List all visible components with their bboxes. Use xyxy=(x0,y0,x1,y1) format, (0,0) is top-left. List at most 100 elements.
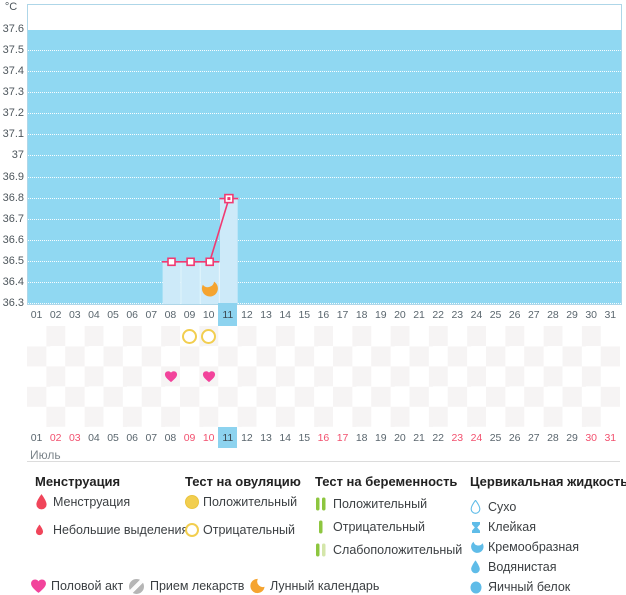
intercourse-heart-icon xyxy=(164,370,178,388)
day-cell-01[interactable]: 01 xyxy=(27,303,46,326)
temperature-point[interactable] xyxy=(186,257,195,267)
temperature-series xyxy=(161,193,239,304)
pregnancy-weak-icon xyxy=(315,543,333,557)
day-cell-29[interactable]: 29 xyxy=(563,427,582,448)
temperature-point[interactable] xyxy=(205,257,214,267)
day-cell-02[interactable]: 02 xyxy=(46,303,65,326)
day-cell-17[interactable]: 17 xyxy=(333,427,352,448)
day-cell-22[interactable]: 22 xyxy=(429,303,448,326)
day-cell-27[interactable]: 27 xyxy=(524,427,543,448)
day-cell-24[interactable]: 24 xyxy=(467,427,486,448)
legend-item-label: Отрицательный xyxy=(333,520,426,534)
day-row-bottom: 01 02 03 04 05 06 07 08 09 10 11 12 13 14 15 16 17 18 19 20… xyxy=(27,427,620,448)
day-cell-23[interactable]: 23 xyxy=(448,427,467,448)
temperature-point[interactable] xyxy=(167,257,176,267)
day-cell-13[interactable]: 13 xyxy=(257,427,276,448)
y-tick-label: 37.1 xyxy=(2,128,24,141)
y-tick-label: 36.3 xyxy=(2,297,24,309)
day-cell-16[interactable]: 16 xyxy=(314,427,333,448)
legend-section: Тест на беременность xyxy=(315,474,457,489)
temperature-bar xyxy=(220,198,238,304)
day-cell-14[interactable]: 14 xyxy=(276,303,295,326)
temperature-point-dot xyxy=(227,197,231,201)
day-cell-03[interactable]: 03 xyxy=(65,427,84,448)
day-cell-14[interactable]: 14 xyxy=(276,427,295,448)
day-cell-04[interactable]: 04 xyxy=(84,427,103,448)
day-cell-23[interactable]: 23 xyxy=(448,303,467,326)
temperature-bar xyxy=(162,261,181,304)
y-tick-label: 36.5 xyxy=(2,254,24,267)
y-tick-label: 36.7 xyxy=(2,212,24,225)
day-cell-11[interactable]: 11 xyxy=(218,303,238,326)
day-cell-04[interactable]: 04 xyxy=(84,303,103,326)
day-cell-29[interactable]: 29 xyxy=(563,303,582,326)
temperature-bar xyxy=(181,261,200,304)
day-cell-21[interactable]: 21 xyxy=(410,303,429,326)
day-cell-09[interactable]: 09 xyxy=(180,303,199,326)
day-cell-19[interactable]: 19 xyxy=(371,427,390,448)
y-tick-label: 37.6 xyxy=(2,23,24,35)
day-cell-26[interactable]: 26 xyxy=(505,303,524,326)
day-cell-15[interactable]: 15 xyxy=(295,427,314,448)
bbt-chart-app: °C 37.6 37.5 37.4 37.3 37.2 37.1 37 36.9 36.8 36.… xyxy=(0,0,626,595)
day-cell-11[interactable]: 11 xyxy=(218,427,238,448)
day-cell-28[interactable]: 28 xyxy=(543,427,562,448)
day-cell-13[interactable]: 13 xyxy=(257,303,276,326)
day-cell-28[interactable]: 28 xyxy=(543,303,562,326)
day-cell-09[interactable]: 09 xyxy=(180,427,199,448)
day-cell-26[interactable]: 26 xyxy=(505,427,524,448)
day-cell-02[interactable]: 02 xyxy=(46,427,65,448)
day-cell-30[interactable]: 30 xyxy=(582,427,601,448)
legend-section-items: Менструация Небольшие выделения xyxy=(35,494,188,538)
y-tick-label: 37 xyxy=(11,149,24,162)
day-cell-10[interactable]: 10 xyxy=(199,303,218,326)
legend-item: Сухо xyxy=(470,499,579,515)
day-cell-08[interactable]: 08 xyxy=(161,427,180,448)
temperature-bar xyxy=(200,261,219,304)
day-cell-17[interactable]: 17 xyxy=(333,303,352,326)
day-cell-24[interactable]: 24 xyxy=(467,303,486,326)
day-cell-05[interactable]: 05 xyxy=(104,303,123,326)
day-cell-25[interactable]: 25 xyxy=(486,427,505,448)
legend-footer-item: Лунный календарь xyxy=(249,577,379,595)
day-cell-31[interactable]: 31 xyxy=(601,427,620,448)
day-cell-20[interactable]: 20 xyxy=(390,303,409,326)
day-cell-10[interactable]: 10 xyxy=(199,427,218,448)
day-cell-01[interactable]: 01 xyxy=(27,427,46,448)
legend-item-label: Водянистая xyxy=(488,560,557,574)
day-row-top: 01 02 03 04 05 06 07 08 09 10 11 12 13 14 15 16 17 18 19 20… xyxy=(27,303,620,326)
day-cell-16[interactable]: 16 xyxy=(314,303,333,326)
day-cell-31[interactable]: 31 xyxy=(601,303,620,326)
day-cell-27[interactable]: 27 xyxy=(524,303,543,326)
day-cell-06[interactable]: 06 xyxy=(123,303,142,326)
day-cell-03[interactable]: 03 xyxy=(65,303,84,326)
legend-section: Тест на овуляцию xyxy=(185,474,301,489)
event-icon-grid xyxy=(27,326,620,427)
day-cell-19[interactable]: 19 xyxy=(371,303,390,326)
day-cell-25[interactable]: 25 xyxy=(486,303,505,326)
day-cell-22[interactable]: 22 xyxy=(429,427,448,448)
day-cell-15[interactable]: 15 xyxy=(295,303,314,326)
day-cell-21[interactable]: 21 xyxy=(410,427,429,448)
day-cell-12[interactable]: 12 xyxy=(237,303,256,326)
day-cell-05[interactable]: 05 xyxy=(104,427,123,448)
legend-item: Клейкая xyxy=(470,519,579,535)
day-cell-18[interactable]: 18 xyxy=(352,427,371,448)
legend-item: Положительный xyxy=(185,494,297,510)
temperature-unit-label: °C xyxy=(4,1,18,13)
y-tick-label: 37.2 xyxy=(2,107,24,120)
ovulation-test-negative-icon xyxy=(182,328,198,344)
intercourse-heart-icon xyxy=(30,578,51,594)
day-cell-18[interactable]: 18 xyxy=(352,303,371,326)
day-cell-06[interactable]: 06 xyxy=(123,427,142,448)
day-cell-07[interactable]: 07 xyxy=(142,303,161,326)
day-cell-07[interactable]: 07 xyxy=(142,427,161,448)
chart-plot-area[interactable] xyxy=(27,4,622,305)
day-cell-08[interactable]: 08 xyxy=(161,303,180,326)
legend-item: Небольшие выделения xyxy=(35,522,188,538)
day-cell-20[interactable]: 20 xyxy=(390,427,409,448)
day-cell-12[interactable]: 12 xyxy=(237,427,256,448)
month-row: Июль xyxy=(27,448,620,462)
day-cell-30[interactable]: 30 xyxy=(582,303,601,326)
y-tick-label: 37.5 xyxy=(2,44,24,57)
